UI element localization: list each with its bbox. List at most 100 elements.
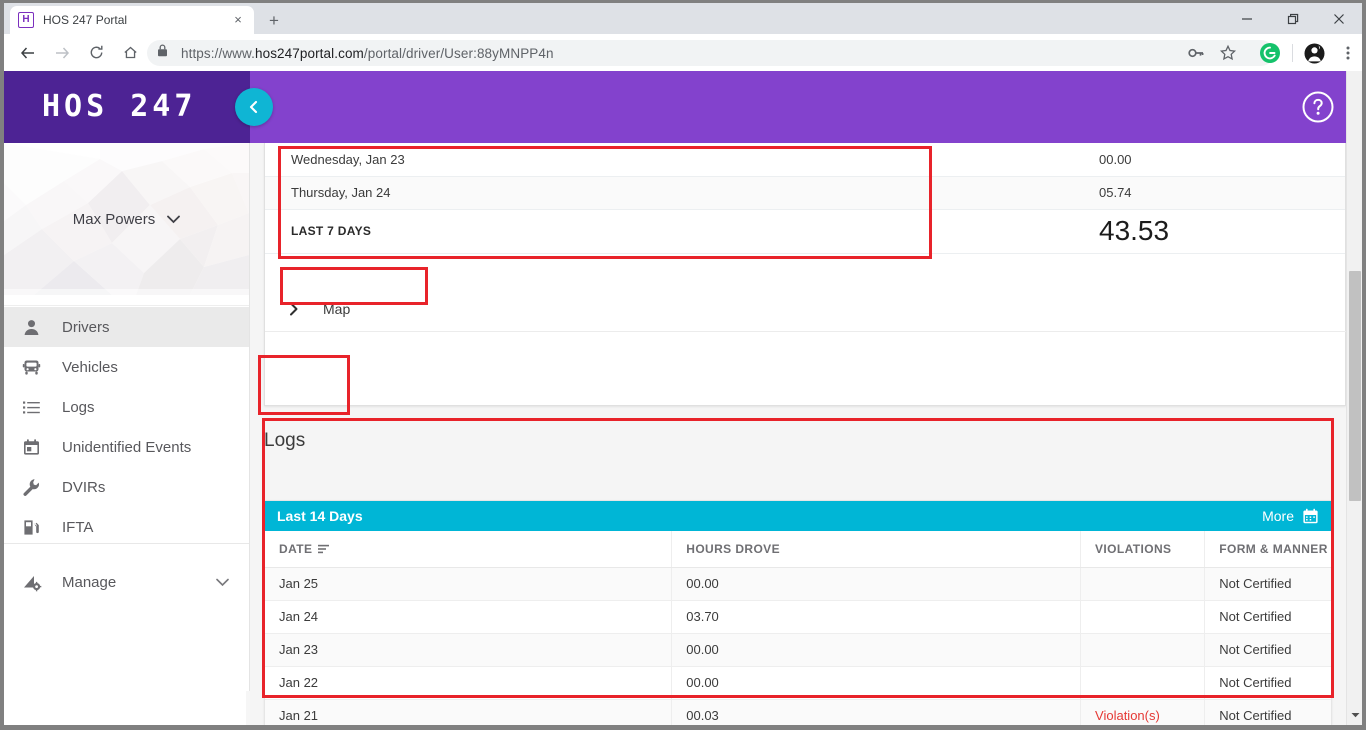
chart-gear-icon xyxy=(22,572,48,592)
sidebar-item-label: Logs xyxy=(62,398,95,416)
tab-title: HOS 247 Portal xyxy=(43,13,128,27)
logs-range-title: Last 14 Days xyxy=(277,508,363,524)
forward-arrow-icon[interactable] xyxy=(48,39,76,67)
favicon-icon: H xyxy=(18,12,34,28)
map-label: Map xyxy=(323,301,351,317)
column-header-form-manner[interactable]: FORM & MANNER xyxy=(1204,531,1331,568)
toolbar-divider xyxy=(1292,44,1293,62)
summary-day-label: Wednesday, Jan 23 xyxy=(265,143,1077,177)
browser-toolbar: https://www.hos247portal.com/portal/driv… xyxy=(4,34,1362,71)
chevron-right-icon xyxy=(289,302,315,316)
window-close-icon[interactable] xyxy=(1316,3,1362,34)
cell-form-manner: Not Certified xyxy=(1204,699,1331,725)
cell-date: Jan 22 xyxy=(265,666,673,700)
browser-tab[interactable]: H HOS 247 Portal × xyxy=(10,6,254,34)
home-icon[interactable] xyxy=(116,39,144,67)
chevron-down-icon[interactable] xyxy=(216,578,229,587)
cell-hours: 00.03 xyxy=(671,699,1082,725)
cell-violations xyxy=(1080,633,1206,667)
sidebar-spacer xyxy=(4,295,249,306)
cell-date: Jan 24 xyxy=(265,600,673,634)
map-expander[interactable]: Map xyxy=(265,287,1346,332)
lock-icon xyxy=(157,44,173,62)
three-dot-menu-icon[interactable] xyxy=(1336,41,1360,65)
last-7-days-value: 43.53 xyxy=(1077,209,1345,254)
help-icon[interactable] xyxy=(1300,89,1336,125)
table-row: Thursday, Jan 24 05.74 xyxy=(265,176,1345,210)
back-arrow-icon[interactable] xyxy=(14,39,42,67)
cell-form-manner: Not Certified xyxy=(1204,633,1331,667)
sidebar-item-label: Vehicles xyxy=(62,358,118,376)
sidebar-divider xyxy=(4,543,249,544)
sidebar-item-logs[interactable]: Logs xyxy=(4,387,249,427)
url-domain: hos247portal.com xyxy=(254,45,364,61)
table-row[interactable]: Jan 23 00.00 Not Certified xyxy=(265,633,1331,667)
app-logo: HOS 247 xyxy=(42,89,197,124)
new-tab-button[interactable]: + xyxy=(262,9,286,33)
table-row[interactable]: Jan 21 00.03 Violation(s) Not Certified xyxy=(265,699,1331,725)
sidebar-item-label: Manage xyxy=(62,573,117,591)
url-path: /portal/driver/User:88yMNPP4n xyxy=(363,45,554,61)
calendar-icon[interactable] xyxy=(1302,508,1319,525)
table-row[interactable]: Jan 25 00.00 Not Certified xyxy=(265,567,1331,601)
logs-card: Last 14 Days More DATE HOURS DROVE VIOLA… xyxy=(264,500,1332,725)
more-button[interactable]: More xyxy=(1262,508,1294,524)
cell-date: Jan 25 xyxy=(265,567,673,601)
close-icon[interactable]: × xyxy=(230,12,246,28)
favicon-letter: H xyxy=(22,14,30,25)
address-bar[interactable]: https://www.hos247portal.com/portal/driv… xyxy=(147,40,1274,66)
grammarly-icon[interactable] xyxy=(1258,41,1282,65)
sidebar-item-manage[interactable]: Manage xyxy=(4,562,249,602)
profile-name-row[interactable]: Max Powers xyxy=(4,143,249,295)
sidebar-item-label: Unidentified Events xyxy=(62,438,192,456)
cell-hours: 00.00 xyxy=(671,567,1082,601)
page-viewport: HOS 247 Max Powers Drivers Vehicles Logs… xyxy=(4,71,1362,725)
sidebar: Max Powers Drivers Vehicles Logs Unident… xyxy=(4,143,250,725)
bookmark-star-icon[interactable] xyxy=(1216,41,1240,65)
cell-hours: 00.00 xyxy=(671,633,1082,667)
cell-form-manner: Not Certified xyxy=(1204,666,1331,700)
sidebar-item-unidentified-events[interactable]: Unidentified Events xyxy=(4,427,249,467)
list-icon xyxy=(22,398,48,417)
scroll-down-arrow-icon[interactable] xyxy=(1347,708,1363,722)
logs-table-head: DATE HOURS DROVE VIOLATIONS FORM & MANNE… xyxy=(265,531,1331,568)
sidebar-item-vehicles[interactable]: Vehicles xyxy=(4,347,249,387)
sidebar-item-label: DVIRs xyxy=(62,478,106,496)
reload-icon[interactable] xyxy=(82,39,110,67)
sidebar-item-label: Drivers xyxy=(62,318,110,336)
fuel-pump-icon xyxy=(22,518,48,537)
sidebar-item-dvirs[interactable]: DVIRs xyxy=(4,467,249,507)
calendar-icon xyxy=(22,438,48,457)
browser-window: H HOS 247 Portal × + https://www.hos247p… xyxy=(0,0,1366,730)
cell-hours: 00.00 xyxy=(671,666,1082,700)
cell-date: Jan 23 xyxy=(265,633,673,667)
restore-icon[interactable] xyxy=(1270,3,1316,34)
logs-section-title: Logs xyxy=(264,430,306,451)
column-header-hours-drove[interactable]: HOURS DROVE xyxy=(671,531,1082,568)
cell-form-manner: Not Certified xyxy=(1204,600,1331,634)
profile-name: Max Powers xyxy=(72,210,156,228)
sidebar-item-ifta[interactable]: IFTA xyxy=(4,507,249,547)
vertical-scrollbar[interactable] xyxy=(1346,71,1362,725)
password-key-icon[interactable] xyxy=(1184,41,1208,65)
cell-violations[interactable]: Violation(s) xyxy=(1080,699,1206,725)
tab-strip: H HOS 247 Portal × + xyxy=(4,3,1362,34)
sidebar-collapse-button[interactable] xyxy=(235,88,273,126)
minimize-icon[interactable] xyxy=(1224,3,1270,34)
wrench-icon xyxy=(22,478,48,497)
table-row-total: LAST 7 DAYS 43.53 xyxy=(265,209,1345,254)
column-header-violations[interactable]: VIOLATIONS xyxy=(1080,531,1206,568)
cell-violations xyxy=(1080,666,1206,700)
column-header-date[interactable]: DATE xyxy=(265,531,673,568)
window-bottom-edge xyxy=(0,725,1366,730)
sidebar-item-label: IFTA xyxy=(62,518,94,536)
cell-violations xyxy=(1080,600,1206,634)
profile-avatar-icon[interactable] xyxy=(1302,41,1326,65)
table-row[interactable]: Jan 22 00.00 Not Certified xyxy=(265,666,1331,700)
sidebar-item-drivers[interactable]: Drivers xyxy=(4,307,249,347)
cell-form-manner: Not Certified xyxy=(1204,567,1331,601)
table-row[interactable]: Jan 24 03.70 Not Certified xyxy=(265,600,1331,634)
profile-card[interactable]: Max Powers xyxy=(4,143,249,295)
main-content: Wednesday, Jan 23 00.00 Thursday, Jan 24… xyxy=(250,143,1346,725)
scrollbar-thumb[interactable] xyxy=(1349,271,1361,501)
